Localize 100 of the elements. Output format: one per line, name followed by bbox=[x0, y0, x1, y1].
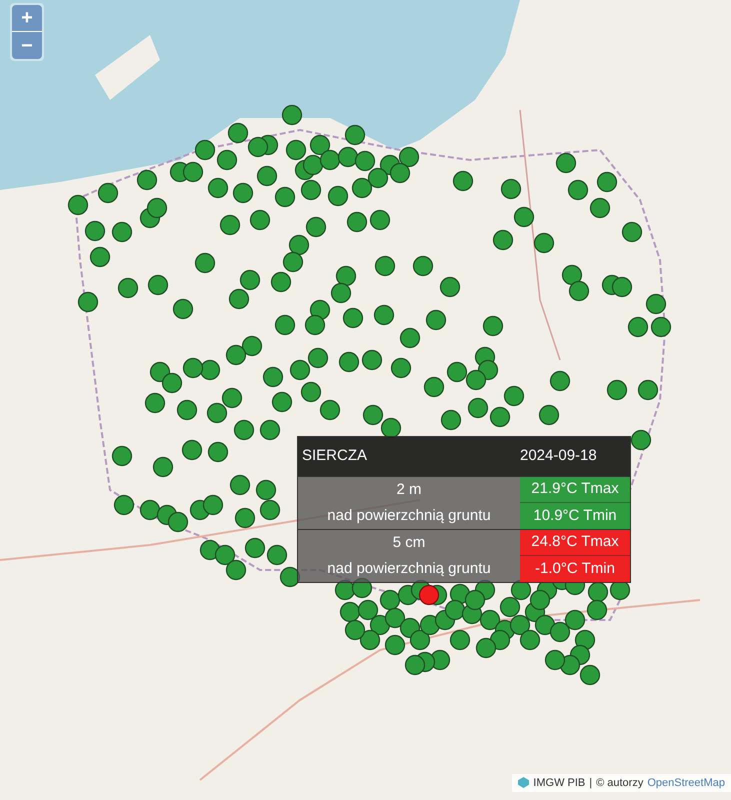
station-marker[interactable] bbox=[228, 122, 248, 144]
station-marker[interactable] bbox=[550, 622, 570, 642]
station-marker[interactable] bbox=[650, 316, 672, 338]
station-marker[interactable] bbox=[234, 508, 256, 528]
station-marker[interactable] bbox=[426, 310, 446, 330]
station-marker[interactable] bbox=[638, 380, 658, 400]
station-marker[interactable] bbox=[234, 420, 254, 440]
station-marker[interactable] bbox=[538, 404, 560, 426]
station-marker[interactable] bbox=[152, 456, 174, 478]
station-marker[interactable] bbox=[248, 136, 268, 158]
station-marker[interactable] bbox=[646, 294, 666, 314]
station-marker[interactable] bbox=[300, 180, 322, 200]
station-marker[interactable] bbox=[194, 252, 216, 274]
station-marker[interactable] bbox=[596, 172, 618, 192]
station-marker[interactable] bbox=[606, 380, 628, 400]
station-marker[interactable] bbox=[226, 344, 246, 366]
station-marker[interactable] bbox=[144, 392, 166, 414]
station-marker[interactable] bbox=[468, 398, 488, 418]
station-marker[interactable] bbox=[440, 276, 460, 298]
station-marker[interactable] bbox=[562, 264, 582, 286]
station-marker[interactable] bbox=[112, 446, 132, 466]
station-marker[interactable] bbox=[84, 220, 106, 242]
station-marker[interactable] bbox=[338, 352, 360, 372]
station-marker[interactable] bbox=[272, 392, 292, 412]
station-marker[interactable] bbox=[182, 440, 202, 460]
station-marker[interactable] bbox=[266, 544, 288, 566]
station-marker[interactable] bbox=[118, 278, 138, 298]
station-marker[interactable] bbox=[148, 274, 168, 296]
station-marker[interactable] bbox=[480, 610, 500, 630]
station-marker[interactable] bbox=[440, 410, 462, 430]
station-marker[interactable] bbox=[504, 386, 524, 406]
station-marker[interactable] bbox=[162, 372, 182, 394]
station-marker[interactable] bbox=[550, 370, 570, 392]
station-marker[interactable] bbox=[310, 134, 330, 156]
station-marker[interactable] bbox=[172, 298, 194, 320]
station-marker[interactable] bbox=[358, 600, 378, 620]
station-marker[interactable] bbox=[214, 544, 236, 566]
station-marker[interactable] bbox=[424, 376, 444, 398]
station-marker[interactable] bbox=[344, 124, 366, 146]
station-marker[interactable] bbox=[136, 170, 158, 190]
station-marker[interactable] bbox=[220, 214, 240, 236]
station-marker[interactable] bbox=[492, 230, 514, 250]
station-marker[interactable] bbox=[240, 270, 260, 290]
station-marker[interactable] bbox=[412, 256, 434, 276]
station-marker[interactable] bbox=[182, 162, 204, 182]
station-marker[interactable] bbox=[628, 316, 648, 338]
station-marker[interactable] bbox=[450, 630, 470, 650]
station-marker[interactable] bbox=[510, 614, 530, 636]
station-marker[interactable] bbox=[182, 358, 204, 378]
station-marker[interactable] bbox=[490, 630, 510, 650]
station-marker[interactable] bbox=[490, 406, 510, 428]
station-marker[interactable] bbox=[202, 494, 224, 516]
station-marker[interactable] bbox=[216, 150, 238, 170]
station-marker[interactable] bbox=[500, 178, 522, 200]
station-marker[interactable] bbox=[282, 252, 304, 272]
station-marker[interactable] bbox=[114, 494, 134, 516]
station-marker[interactable] bbox=[530, 590, 550, 610]
station-marker[interactable] bbox=[330, 282, 352, 304]
station-marker[interactable] bbox=[568, 180, 588, 200]
station-marker[interactable] bbox=[352, 178, 372, 198]
station-marker[interactable] bbox=[194, 140, 216, 160]
station-marker[interactable] bbox=[374, 304, 394, 326]
station-marker[interactable] bbox=[384, 634, 406, 656]
station-marker[interactable] bbox=[206, 402, 228, 424]
station-marker[interactable] bbox=[282, 104, 302, 126]
station-marker[interactable] bbox=[564, 610, 586, 630]
station-marker[interactable] bbox=[146, 198, 168, 218]
station-marker[interactable] bbox=[390, 162, 410, 184]
station-marker[interactable] bbox=[274, 314, 296, 336]
station-marker[interactable] bbox=[514, 206, 534, 228]
station-marker[interactable] bbox=[242, 336, 262, 356]
zoom-in-button[interactable]: + bbox=[12, 5, 42, 32]
station-marker[interactable] bbox=[380, 590, 400, 610]
station-marker[interactable] bbox=[232, 182, 254, 204]
station-marker[interactable] bbox=[556, 152, 576, 174]
station-marker[interactable] bbox=[280, 566, 300, 588]
station-marker[interactable] bbox=[302, 154, 324, 176]
station-marker[interactable] bbox=[200, 360, 220, 380]
station-marker[interactable] bbox=[390, 358, 412, 378]
station-marker[interactable] bbox=[370, 210, 390, 230]
openstreetmap-link[interactable]: OpenStreetMap bbox=[647, 774, 725, 791]
station-marker[interactable] bbox=[362, 404, 384, 426]
station-marker[interactable] bbox=[482, 316, 504, 336]
station-marker[interactable] bbox=[230, 474, 250, 496]
station-marker[interactable] bbox=[346, 212, 368, 232]
station-marker[interactable] bbox=[270, 272, 292, 292]
station-marker[interactable] bbox=[260, 420, 280, 440]
station-marker[interactable] bbox=[418, 584, 440, 606]
station-marker[interactable] bbox=[304, 314, 326, 336]
station-marker[interactable] bbox=[140, 500, 160, 520]
station-marker[interactable] bbox=[444, 600, 466, 620]
station-marker[interactable] bbox=[534, 232, 554, 254]
station-marker[interactable] bbox=[78, 292, 98, 312]
station-marker[interactable] bbox=[404, 654, 426, 676]
station-marker[interactable] bbox=[228, 288, 250, 310]
station-marker[interactable] bbox=[256, 166, 278, 186]
station-marker[interactable] bbox=[226, 560, 246, 580]
station-marker[interactable] bbox=[208, 442, 228, 462]
station-marker[interactable] bbox=[288, 234, 310, 256]
station-marker[interactable] bbox=[342, 308, 364, 328]
